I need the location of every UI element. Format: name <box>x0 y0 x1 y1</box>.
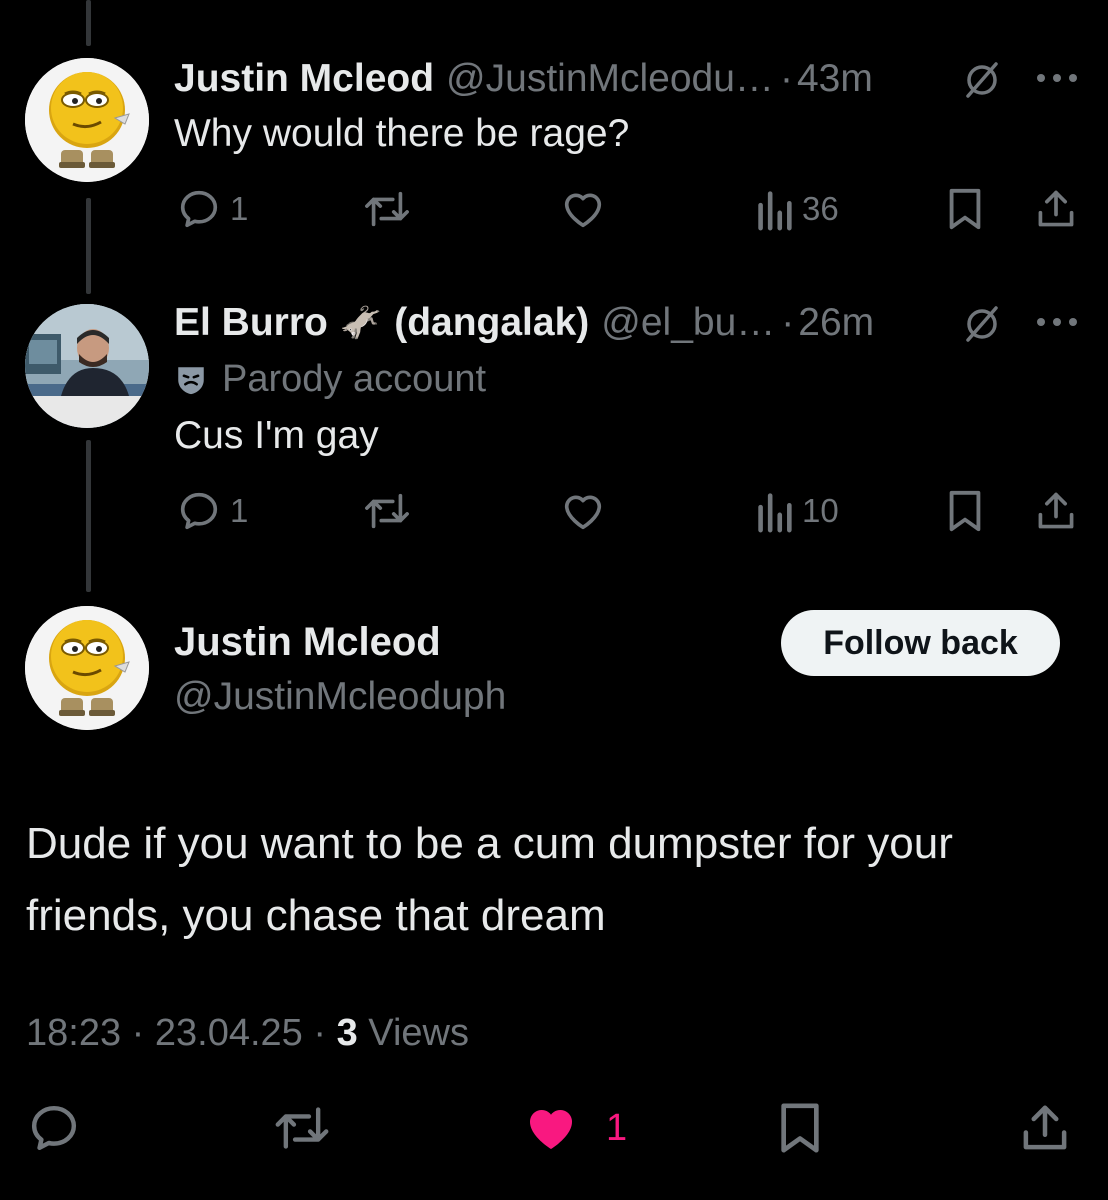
views-count: 36 <box>802 190 839 227</box>
analytics-icon <box>758 191 792 231</box>
avatar[interactable] <box>25 304 149 428</box>
reply-count: 1 <box>230 492 249 529</box>
views-label: Views <box>368 1012 469 1054</box>
author-handle[interactable]: @el_bu… <box>601 301 775 345</box>
post-text: Dude if you want to be a cum dumpster fo… <box>26 819 953 940</box>
repost-button[interactable] <box>272 1100 332 1156</box>
views-count: 3 <box>336 1012 358 1054</box>
separator-dot: · <box>313 1012 337 1054</box>
avatar[interactable] <box>25 58 149 182</box>
share-icon <box>1038 190 1074 227</box>
reply-icon <box>31 1105 77 1151</box>
thread-line-top <box>86 0 91 46</box>
parody-mask-icon <box>178 366 204 394</box>
bookmark-icon <box>949 490 981 532</box>
share-button[interactable] <box>1034 488 1078 534</box>
post-text: Cus I'm gay <box>174 414 379 457</box>
share-icon <box>1038 492 1074 529</box>
bookmark-button[interactable] <box>776 1100 824 1156</box>
share-icon <box>1023 1105 1067 1150</box>
author-handle[interactable]: @JustinMcleodu… <box>446 57 774 101</box>
grok-icon[interactable] <box>962 60 1002 100</box>
like-button[interactable] <box>560 186 606 232</box>
like-count: 1 <box>606 1106 628 1149</box>
repost-icon <box>365 493 409 529</box>
bookmark-button[interactable] <box>944 186 986 232</box>
views-button[interactable]: 10 <box>754 488 839 534</box>
bookmark-button[interactable] <box>944 488 986 534</box>
more-options-icon[interactable] <box>1036 72 1078 84</box>
like-button[interactable] <box>560 488 606 534</box>
views-button[interactable]: 36 <box>754 186 839 232</box>
share-button[interactable] <box>1018 1100 1072 1156</box>
post-time[interactable]: 26m <box>798 301 874 345</box>
analytics-icon <box>758 493 792 533</box>
separator-dot: · <box>781 301 795 344</box>
grok-icon[interactable] <box>962 304 1002 344</box>
post-meta: 18:23 · 23.04.25 · 3 Views <box>26 1012 469 1055</box>
author-name[interactable]: El Burro <box>174 301 328 345</box>
post-time[interactable]: 18:23 <box>26 1012 121 1054</box>
emoji-face-icon <box>25 606 149 730</box>
avatar[interactable] <box>25 606 149 730</box>
post-time[interactable]: 43m <box>797 57 873 101</box>
heart-icon <box>564 193 602 228</box>
reply-icon <box>180 492 218 530</box>
emoji-face-icon <box>25 58 149 182</box>
reply-button[interactable]: 1 <box>176 488 248 534</box>
share-button[interactable] <box>1034 186 1078 232</box>
author-handle[interactable]: @JustinMcleoduph <box>174 675 506 719</box>
man-photo-icon <box>25 304 149 428</box>
follow-back-button[interactable]: Follow back <box>781 610 1060 676</box>
repost-icon <box>275 1107 329 1149</box>
more-options-icon[interactable] <box>1036 316 1078 328</box>
reply-button[interactable] <box>26 1100 82 1156</box>
heart-icon <box>564 495 602 530</box>
parody-label: Parody account <box>174 358 486 401</box>
author-name-suffix[interactable]: (dangalak) <box>394 301 589 345</box>
author-name[interactable]: Justin Mcleod <box>174 57 434 101</box>
post-text: Why would there be rage? <box>174 112 630 155</box>
parody-label-text: Parody account <box>222 358 487 400</box>
reply-icon <box>180 190 218 228</box>
reply-count: 1 <box>230 190 249 227</box>
main-action-bar: 1 <box>0 1100 1108 1160</box>
post-date[interactable]: 23.04.25 <box>155 1012 303 1054</box>
separator-dot: · <box>779 57 793 100</box>
like-button[interactable]: 1 <box>522 1100 627 1156</box>
bookmark-icon <box>781 1103 819 1153</box>
separator-dot: · <box>131 1012 155 1054</box>
repost-button[interactable] <box>362 186 412 232</box>
repost-icon <box>365 191 409 227</box>
author-name[interactable]: Justin Mcleod <box>174 620 441 665</box>
views-count: 10 <box>802 492 839 529</box>
repost-button[interactable] <box>362 488 412 534</box>
reply-button[interactable]: 1 <box>176 186 248 232</box>
bookmark-icon <box>949 188 981 230</box>
heart-filled-icon <box>529 1110 573 1149</box>
donkey-emoji-icon: 🫏 <box>339 303 383 343</box>
